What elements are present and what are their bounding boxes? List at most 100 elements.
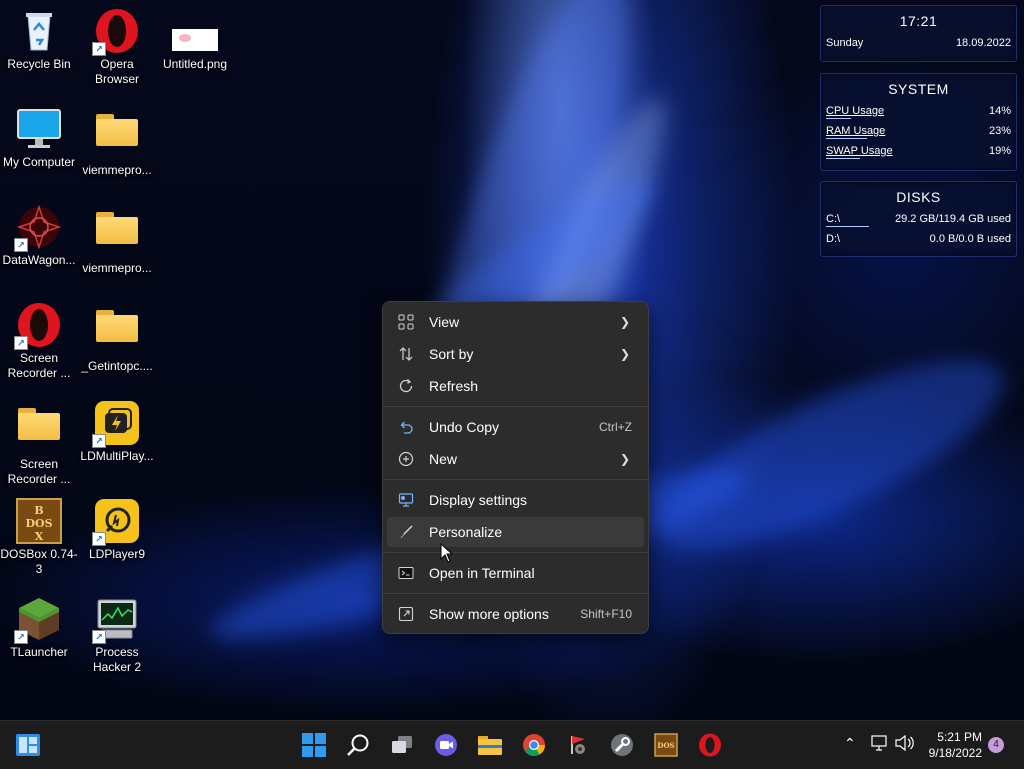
desktop-icon-tlauncher[interactable]: ↗ TLauncher — [0, 596, 78, 660]
shortcut-arrow-icon: ↗ — [92, 532, 106, 546]
menu-item-undo-copy[interactable]: Undo Copy Ctrl+Z — [387, 412, 644, 442]
opera-taskbar-button[interactable] — [694, 729, 726, 761]
tools-app-icon — [611, 734, 633, 756]
process-hacker-icon: ↗ — [92, 596, 140, 644]
network-icon[interactable] — [870, 734, 888, 755]
menu-item-personalize[interactable]: Personalize — [387, 517, 644, 547]
taskbar-clock[interactable]: 5:21 PM 9/18/2022 — [929, 729, 982, 761]
gadget-disks-title: DISKS — [896, 189, 941, 205]
monitor-icon — [16, 106, 62, 152]
swap-usage-value: 19% — [988, 145, 1011, 157]
icon-label: TLauncher — [10, 645, 68, 659]
ldplayer-icon: ↗ — [92, 498, 140, 546]
system-gadget: SYSTEM CPU Usage 14% RAM Usage 23% SWAP … — [820, 73, 1017, 171]
desktop[interactable]: Recycle Bin My Computer ↗ DataWagon... ↗… — [0, 0, 1024, 720]
menu-item-label: Undo Copy — [429, 419, 500, 435]
desktop-icon-untitled-png[interactable]: Untitled.png — [156, 8, 234, 72]
chevron-right-icon: ❯ — [619, 452, 630, 466]
refresh-icon — [397, 377, 415, 395]
file-explorer-button[interactable] — [474, 729, 506, 761]
desktop-icon-process-hacker[interactable]: ↗ Process Hacker 2 — [78, 596, 156, 675]
gadget-clock-date-row: Sunday 18.09.2022 — [821, 33, 1016, 53]
desktop-icon-getintopc[interactable]: _Getintopc.... — [78, 302, 156, 374]
terminal-icon — [397, 564, 415, 582]
disk-d-label: D:\ — [826, 233, 841, 245]
dosbox-icon: B DOS X — [16, 498, 62, 544]
ldmultiplayer-icon: ↗ — [92, 400, 140, 448]
menu-item-label: Open in Terminal — [429, 565, 535, 581]
grid-view-icon — [397, 313, 415, 331]
disk-d-value: 0.0 B/0.0 B used — [929, 233, 1011, 245]
desktop-icon-viemmepro-2[interactable]: viemmepro... — [78, 204, 156, 276]
chat-button[interactable] — [430, 729, 462, 761]
icon-label: My Computer — [2, 155, 76, 169]
sort-icon — [397, 345, 415, 363]
cpu-usage-value: 14% — [988, 105, 1011, 117]
gadget-swap-row: SWAP Usage 19% — [821, 141, 1016, 161]
icon-label: Process Hacker 2 — [92, 645, 142, 674]
widgets-button[interactable] — [12, 729, 44, 761]
show-hidden-icons-chevron-up-icon[interactable]: ⌃ — [844, 735, 856, 752]
svg-text:B: B — [34, 504, 43, 517]
task-view-button[interactable] — [386, 729, 418, 761]
gadget-clock-time: 17:21 — [899, 13, 938, 29]
menu-item-open-in-terminal[interactable]: Open in Terminal — [387, 558, 644, 588]
icon-label: DataWagon... — [2, 253, 76, 267]
notification-count-badge[interactable]: 4 — [988, 737, 1004, 753]
icon-label: viemmepro... — [82, 261, 152, 275]
gadget-clock-day: Sunday — [826, 37, 864, 49]
tools-app-button[interactable] — [606, 729, 638, 761]
icon-label: viemmepro... — [82, 163, 152, 177]
menu-item-label: View — [429, 314, 460, 330]
plus-circle-icon — [397, 450, 415, 468]
dosbox-taskbar-button[interactable]: DOS — [650, 729, 682, 761]
search-button[interactable] — [342, 729, 374, 761]
menu-item-refresh[interactable]: Refresh — [387, 371, 644, 401]
menu-item-show-more-options[interactable]: Show more options Shift+F10 — [387, 599, 644, 629]
shortcut-arrow-icon: ↗ — [14, 238, 28, 252]
desktop-icon-viemmepro-1[interactable]: viemmepro... — [78, 106, 156, 178]
taskbar: DOS ⌃ 5:21 PM 9/18/2022 4 — [0, 720, 1024, 769]
dosbox-icon: DOS — [654, 733, 678, 757]
folder-icon — [16, 408, 62, 454]
red-flag-app-button[interactable] — [562, 729, 594, 761]
desktop-icon-my-computer[interactable]: My Computer — [0, 106, 78, 170]
menu-item-view[interactable]: View ❯ — [387, 307, 644, 337]
icon-label: DOSBox 0.74-3 — [0, 547, 78, 576]
menu-item-display-settings[interactable]: Display settings — [387, 485, 644, 515]
icon-label: Untitled.png — [162, 57, 228, 71]
shortcut-arrow-icon: ↗ — [92, 630, 106, 644]
chrome-button[interactable] — [518, 729, 550, 761]
folder-icon — [94, 212, 140, 258]
desktop-icon-screen-recorder-folder[interactable]: Screen Recorder ... — [0, 400, 78, 487]
menu-item-shortcut: Shift+F10 — [580, 607, 632, 621]
volume-icon[interactable] — [894, 734, 914, 755]
desktop-icon-screen-recorder-opera[interactable]: ↗ Screen Recorder ... — [0, 302, 78, 381]
gadget-system-title: SYSTEM — [888, 81, 949, 97]
task-view-icon — [392, 736, 412, 753]
desktop-icon-datawagon[interactable]: ↗ DataWagon... — [0, 204, 78, 268]
chat-camera-icon — [435, 734, 457, 756]
mouse-cursor-icon — [440, 543, 454, 563]
icon-label: Recycle Bin — [7, 57, 71, 71]
desktop-icon-ldmultiplayer[interactable]: ↗ LDMultiPlay... — [78, 400, 156, 464]
red-flag-app-icon — [571, 736, 585, 754]
start-button[interactable] — [298, 729, 330, 761]
icon-label: _Getintopc.... — [81, 359, 153, 373]
chevron-right-icon: ❯ — [619, 315, 630, 329]
icon-label: LDPlayer9 — [88, 547, 146, 561]
gadget-disk-d-row: D:\ 0.0 B/0.0 B used — [821, 229, 1016, 249]
desktop-icon-opera-browser[interactable]: ↗ Opera Browser — [78, 8, 156, 87]
desktop-icon-ldplayer9[interactable]: ↗ LDPlayer9 — [78, 498, 156, 562]
recycle-bin-icon — [16, 8, 62, 54]
clock-gadget: 17:21 Sunday 18.09.2022 — [820, 5, 1017, 62]
desktop-icon-dosbox[interactable]: B DOS X DOSBox 0.74-3 — [0, 498, 78, 577]
shortcut-arrow-icon: ↗ — [14, 336, 28, 350]
display-settings-icon — [397, 491, 415, 509]
svg-text:DOS: DOS — [25, 517, 52, 530]
desktop-icon-recycle-bin[interactable]: Recycle Bin — [0, 8, 78, 72]
menu-item-new[interactable]: New ❯ — [387, 444, 644, 474]
menu-item-sort-by[interactable]: Sort by ❯ — [387, 339, 644, 369]
desktop-context-menu: View ❯ Sort by ❯ Refresh Undo Copy Ctrl+… — [382, 301, 649, 634]
menu-item-label: Display settings — [429, 492, 528, 508]
